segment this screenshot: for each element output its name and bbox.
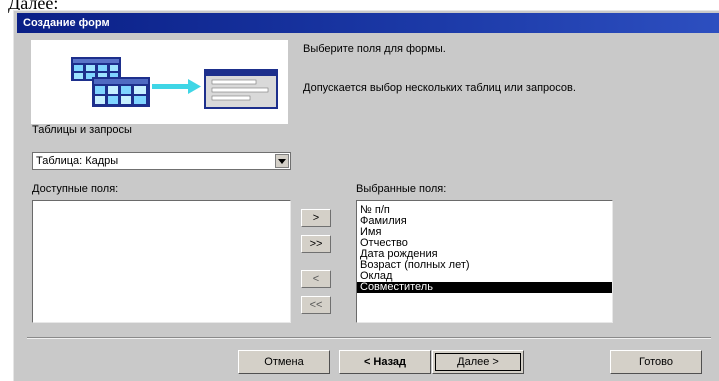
source-select[interactable]: Таблица: Кадры [32, 152, 291, 170]
next-button-label: Далее > [457, 356, 499, 368]
tables-to-form-icon [71, 57, 278, 109]
source-select-value: Таблица: Кадры [36, 155, 119, 167]
next-button[interactable]: Далее > [432, 350, 524, 374]
hint-text: Допускается выбор нескольких таблиц или … [303, 82, 576, 94]
selected-field-item[interactable]: Возраст (полных лет) [357, 260, 612, 271]
wizard-preview-image [31, 40, 288, 124]
selected-fields-label: Выбранные поля: [356, 183, 447, 195]
window-title: Создание форм [17, 13, 719, 33]
selected-field-item[interactable]: Фамилия [357, 216, 612, 227]
available-fields-label: Доступные поля: [32, 183, 119, 195]
back-button-label: < Назад [363, 356, 407, 368]
selected-field-item[interactable]: Совместитель [357, 282, 612, 293]
cancel-button-label: Отмена [264, 356, 304, 368]
finish-button[interactable]: Готово [610, 350, 702, 374]
form-wizard-dialog: Создание форм Выберите поля для формы. Д… [13, 10, 719, 381]
chevron-down-icon[interactable] [275, 154, 289, 168]
selected-fields-list[interactable]: № п/п Фамилия Имя Отчество Дата рождения Возр… [356, 200, 613, 323]
finish-button-label: Готово [639, 356, 673, 368]
back-button[interactable]: < Назад [339, 350, 431, 374]
add-field-button[interactable]: > [301, 209, 331, 227]
source-label: Таблицы и запросы [32, 124, 132, 136]
available-fields-list[interactable] [32, 200, 291, 323]
remove-field-button[interactable]: < [301, 270, 331, 288]
cancel-button[interactable]: Отмена [238, 350, 330, 374]
remove-all-fields-button[interactable]: << [301, 296, 331, 314]
footer-divider [27, 337, 711, 339]
instruction-text: Выберите поля для формы. [303, 43, 446, 55]
add-all-fields-button[interactable]: >> [301, 235, 331, 253]
